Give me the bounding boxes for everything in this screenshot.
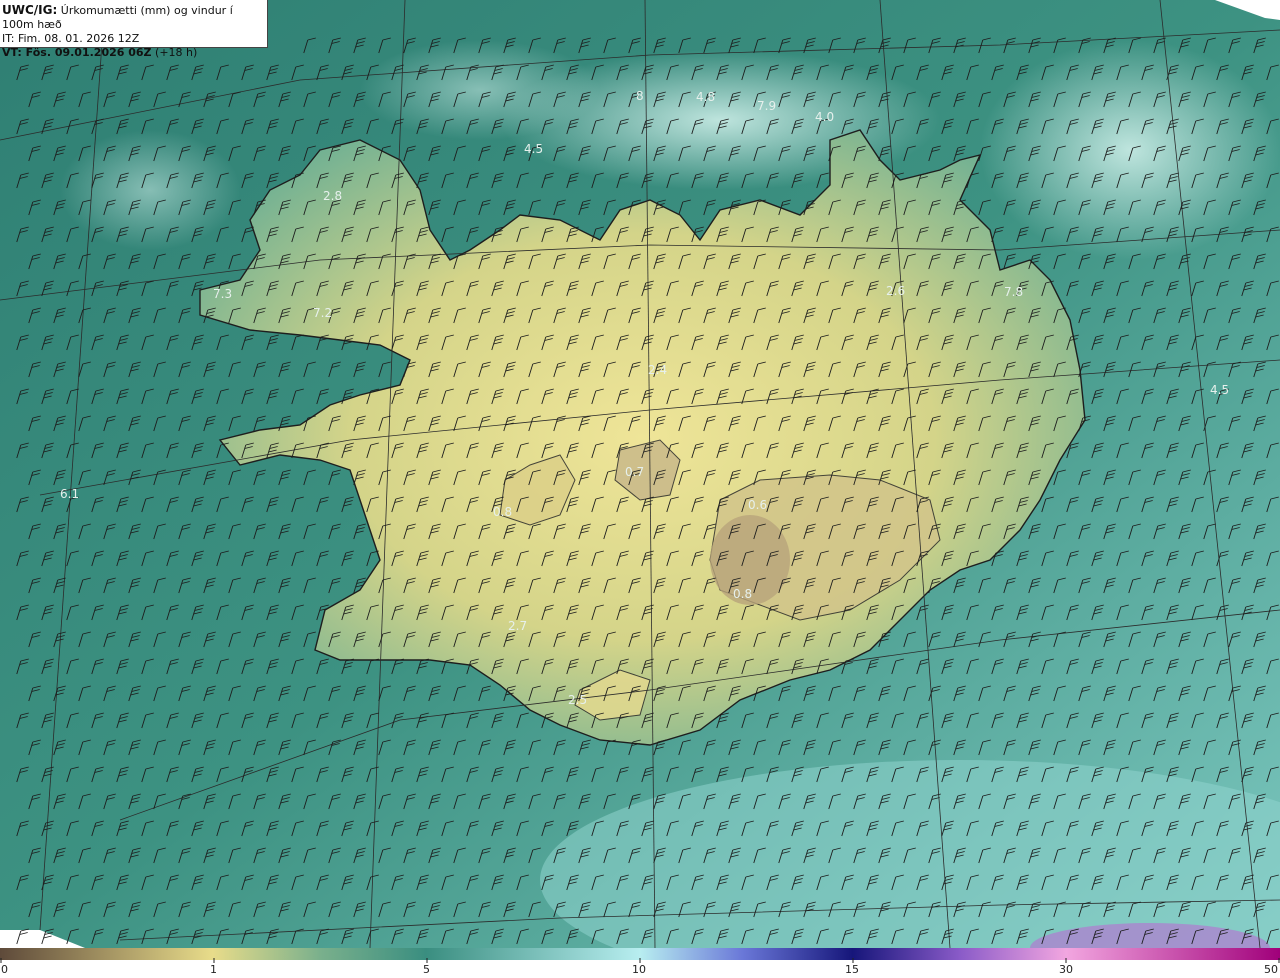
map-label: 4.5 — [1210, 383, 1229, 397]
map-label: 8 — [636, 89, 644, 103]
model-code: UWC/IG: — [2, 3, 58, 17]
map-label: 4.0 — [815, 110, 834, 124]
map-label: 7.8 — [1004, 285, 1023, 299]
colorbar-tick: 1 — [210, 963, 217, 976]
valid-time-line: VT: Fös. 09.01.2026 06Z (+18 h) — [2, 46, 267, 60]
colorbar-tick: 10 — [632, 963, 646, 976]
map-title: UWC/IG: Úrkomumætti (mm) og vindur í 100… — [2, 3, 267, 32]
map-label: 7.2 — [313, 306, 332, 320]
colorbar-tick: 30 — [1059, 963, 1073, 976]
colorbar-tick: 0 — [1, 963, 8, 976]
colorbar-tick: 5 — [423, 963, 430, 976]
map-label: 2.8 — [323, 189, 342, 203]
map-label: 0.8 — [733, 587, 752, 601]
colorbar-tick: 50 — [1264, 963, 1278, 976]
wind-barb — [16, 928, 29, 945]
valid-time: VT: Fös. 09.01.2026 06Z — [2, 46, 152, 59]
init-time: IT: Fim. 08. 01. 2026 12Z — [2, 32, 140, 45]
colorbar-tick: 15 — [845, 963, 859, 976]
precipitation-map: 8 4.8 7.9 4.0 4.5 2.8 7.3 7.2 2.6 7.8 4.… — [0, 0, 1280, 948]
map-label: 0.7 — [625, 465, 644, 479]
map-viewer: { "header": { "title_bold": "UWC/IG:", "… — [0, 0, 1280, 978]
map-label: 6.1 — [60, 487, 79, 501]
map-label: 4.5 — [524, 142, 543, 156]
map-label: 2.6 — [886, 284, 905, 298]
map-label: 0.6 — [748, 498, 767, 512]
map-label: 7.3 — [213, 287, 232, 301]
map-label: 2.4 — [648, 363, 667, 377]
map-label: 4.8 — [696, 90, 715, 104]
map-label: 0.8 — [493, 505, 512, 519]
map-label: 7.9 — [757, 99, 776, 113]
lead-time: (+18 h) — [151, 46, 198, 59]
map-title-box: UWC/IG: Úrkomumætti (mm) og vindur í 100… — [0, 0, 268, 59]
map-label: 2.5 — [568, 693, 587, 707]
map-label: 2.7 — [508, 619, 527, 633]
